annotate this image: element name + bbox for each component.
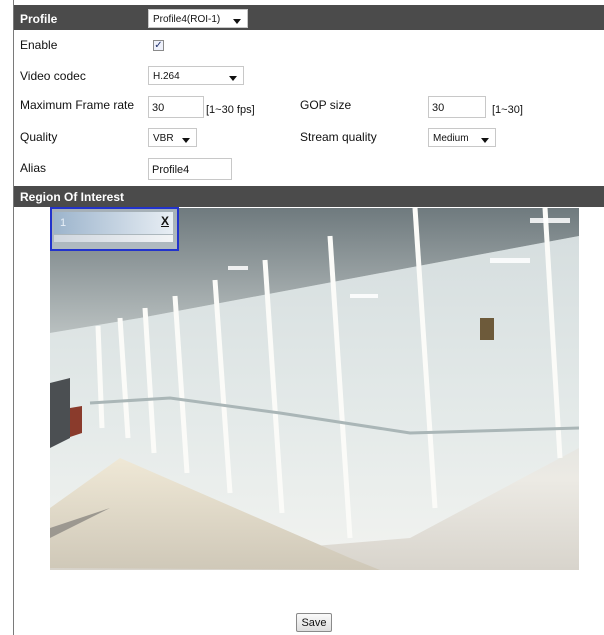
roi-section-label: Region Of Interest bbox=[20, 190, 125, 204]
alias-value: Profile4 bbox=[152, 164, 190, 176]
frame-rate-input[interactable]: 30 bbox=[148, 96, 204, 118]
roi-box[interactable]: 1 X bbox=[50, 207, 179, 251]
profile-header-bar: Profile bbox=[14, 5, 604, 30]
corridor-scene bbox=[50, 208, 579, 570]
roi-header-bar: Region Of Interest bbox=[14, 186, 604, 207]
gop-size-value: 30 bbox=[432, 102, 445, 114]
roi-box-number: 1 bbox=[60, 217, 67, 229]
alias-input[interactable]: Profile4 bbox=[148, 158, 232, 180]
frame-rate-label: Maximum Frame rate bbox=[20, 98, 135, 112]
chevron-down-icon bbox=[481, 138, 489, 143]
enable-row: Enable bbox=[14, 32, 604, 58]
roi-box-handle[interactable] bbox=[54, 235, 173, 242]
chevron-down-icon bbox=[233, 19, 241, 24]
profile-select-value: Profile4(ROI-1) bbox=[153, 14, 221, 25]
stream-quality-value: Medium bbox=[433, 133, 469, 144]
video-codec-row: Video codec bbox=[14, 63, 604, 89]
video-codec-value: H.264 bbox=[153, 71, 180, 82]
close-icon[interactable]: X bbox=[161, 214, 169, 228]
quality-row: Quality Stream quality bbox=[14, 125, 604, 151]
alias-label: Alias bbox=[20, 161, 47, 175]
gop-size-hint: [1~30] bbox=[492, 104, 523, 116]
frame-rate-hint: [1~30 fps] bbox=[206, 104, 255, 116]
chevron-down-icon bbox=[229, 76, 237, 81]
enable-label: Enable bbox=[20, 38, 58, 52]
roi-box-titlebar[interactable]: 1 X bbox=[54, 212, 173, 234]
alias-row: Alias bbox=[14, 155, 604, 183]
video-codec-label: Video codec bbox=[20, 69, 86, 83]
save-button[interactable]: Save bbox=[296, 613, 332, 632]
stream-quality-select[interactable]: Medium bbox=[428, 128, 496, 147]
profile-label: Profile bbox=[20, 12, 58, 26]
video-codec-select[interactable]: H.264 bbox=[148, 66, 244, 85]
quality-select[interactable]: VBR bbox=[148, 128, 197, 147]
gop-size-label: GOP size bbox=[300, 98, 352, 112]
stream-quality-label: Stream quality bbox=[300, 130, 377, 144]
enable-checkbox[interactable]: ✓ bbox=[153, 40, 164, 51]
quality-label: Quality bbox=[20, 130, 58, 144]
video-preview[interactable] bbox=[50, 208, 579, 570]
gop-size-input[interactable]: 30 bbox=[428, 96, 486, 118]
frame-rate-value: 30 bbox=[152, 102, 165, 114]
profile-select[interactable]: Profile4(ROI-1) bbox=[148, 9, 248, 28]
chevron-down-icon bbox=[182, 138, 190, 143]
quality-value: VBR bbox=[153, 133, 174, 144]
